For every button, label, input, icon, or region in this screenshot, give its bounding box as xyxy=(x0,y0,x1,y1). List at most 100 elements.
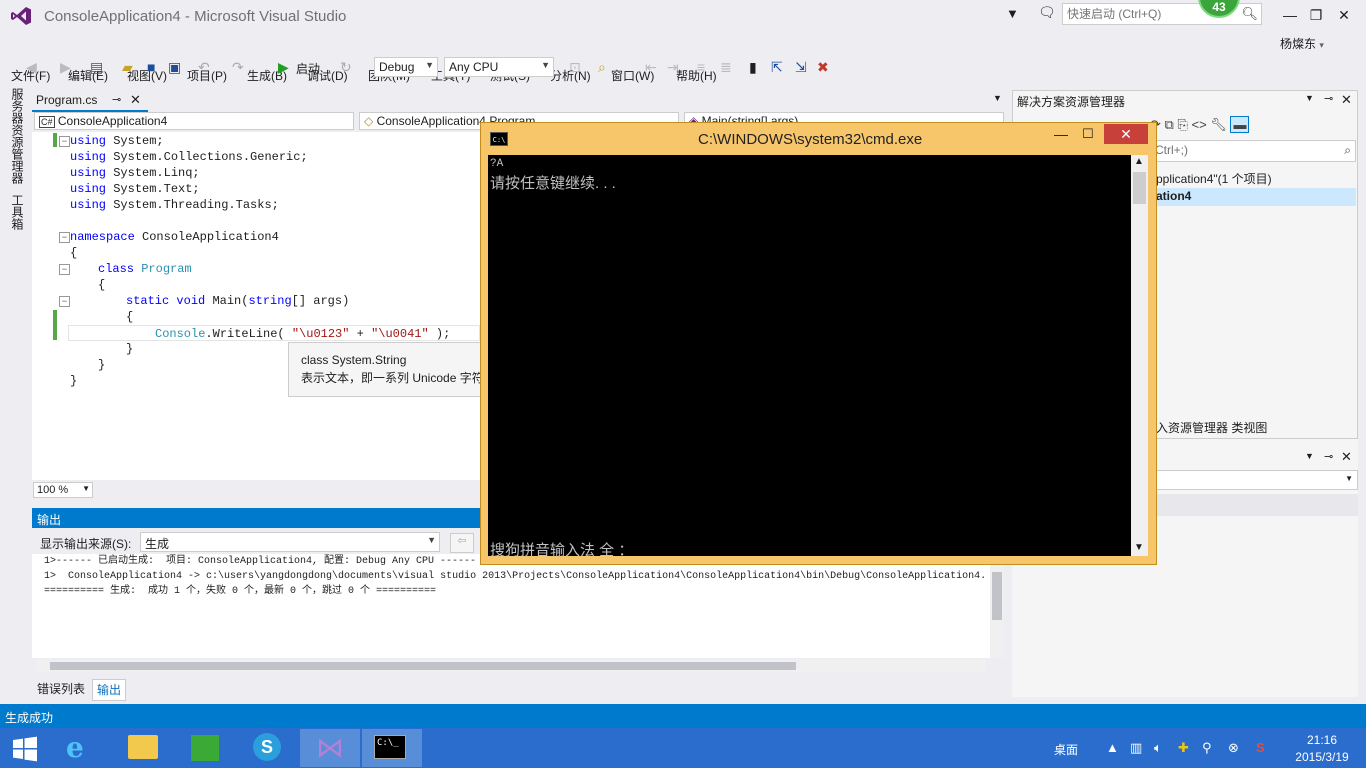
next-bookmark-icon[interactable]: ⇲ xyxy=(795,59,807,76)
cmd-vertical-scrollbar[interactable] xyxy=(1131,155,1148,556)
close-button[interactable]: ✕ xyxy=(1332,4,1356,26)
minimize-button[interactable]: — xyxy=(1278,4,1302,26)
tooltip-type: class System.String xyxy=(301,353,407,367)
status-bar xyxy=(0,704,1366,728)
solution-search-placeholder: Ctrl+;) xyxy=(1155,143,1188,157)
close-icon[interactable]: ✕ xyxy=(1341,92,1352,108)
action-center-icon[interactable]: ⊗ xyxy=(1228,740,1239,756)
cmd-minimize-button[interactable]: — xyxy=(1054,126,1068,142)
project-node[interactable]: ation4 xyxy=(1150,188,1356,206)
collapse-icon[interactable]: − xyxy=(59,232,70,243)
chevron-down-icon[interactable]: ▼ xyxy=(1305,451,1314,461)
taskbar-cmd[interactable]: C:\_ xyxy=(362,729,422,767)
indent-icon[interactable]: ⇥ xyxy=(667,59,679,76)
chevron-down-icon[interactable]: ▼ xyxy=(993,93,1002,103)
windows-start-icon[interactable] xyxy=(12,736,38,762)
find-in-files-icon[interactable]: ⌕ xyxy=(598,59,606,76)
clock-date[interactable]: 2015/3/19 xyxy=(1290,750,1354,764)
collapse-icon[interactable]: − xyxy=(59,136,70,147)
outdent-icon[interactable]: ⇤ xyxy=(645,59,657,76)
forward-icon[interactable]: ▶ xyxy=(60,59,71,76)
tab-error-list[interactable]: 错误列表 xyxy=(33,679,89,699)
start-button-label[interactable]: 启动 xyxy=(296,60,320,77)
prev-bookmark-icon[interactable]: ⇱ xyxy=(771,59,783,76)
properties-icon[interactable]: 🔧︎ xyxy=(1210,117,1227,132)
project-nav-select[interactable]: C# ConsoleApplication4 xyxy=(34,112,354,130)
code-view-icon[interactable]: <> xyxy=(1191,117,1206,132)
open-file-icon[interactable]: ▰ xyxy=(122,59,133,76)
bookmark-icon[interactable]: ▮ xyxy=(749,59,757,76)
pin-icon[interactable]: ⊸ xyxy=(112,93,121,106)
find-icon[interactable]: ⊡ xyxy=(569,59,581,76)
sogou-ime-icon[interactable]: S xyxy=(1256,740,1265,755)
close-icon[interactable]: ✕ xyxy=(1341,449,1352,465)
close-icon[interactable]: ✕ xyxy=(130,92,141,108)
network-icon[interactable]: ▥ xyxy=(1130,740,1142,756)
start-icon[interactable]: ▶ xyxy=(278,59,289,76)
cmd-taskbar-icon: C:\_ xyxy=(374,735,406,759)
scrollbar-thumb[interactable] xyxy=(50,662,796,670)
zoom-select[interactable]: 100 % ▼ xyxy=(33,482,93,498)
copy-icon[interactable]: ⎘ xyxy=(1177,117,1187,132)
save-icon[interactable]: ■ xyxy=(147,59,155,75)
solution-search-input[interactable]: Ctrl+;) ⌕ xyxy=(1150,140,1356,162)
collapse-icon[interactable]: − xyxy=(59,264,70,275)
clock-time[interactable]: 21:16 xyxy=(1290,733,1354,747)
desktop-toolbar-label[interactable]: 桌面 xyxy=(1054,741,1078,758)
scrollbar-thumb[interactable] xyxy=(992,572,1002,620)
pin-icon[interactable]: ⊸ xyxy=(1324,450,1333,463)
volume-icon[interactable]: 🔈︎ xyxy=(1154,740,1162,756)
back-icon[interactable]: ◀ xyxy=(26,59,37,76)
collapse-all-icon[interactable]: ⧉ xyxy=(1165,117,1174,132)
chevron-down-icon[interactable]: ▼ xyxy=(1305,93,1314,103)
wifi-icon[interactable]: ⚲ xyxy=(1202,740,1212,756)
user-name: 杨燦东 xyxy=(1280,37,1317,51)
pin-icon[interactable]: ⊸ xyxy=(1324,92,1333,105)
scroll-up-icon[interactable]: ▲ xyxy=(1134,156,1144,167)
collapse-icon[interactable]: − xyxy=(59,296,70,307)
refresh-icon[interactable]: ↻ xyxy=(340,59,352,76)
redo-icon[interactable]: ↷ xyxy=(232,59,244,76)
cmd-close-button[interactable]: ✕ xyxy=(1104,124,1148,144)
cmd-icon: C:\ xyxy=(490,132,508,146)
search-icon[interactable]: ⌕ xyxy=(1344,143,1351,158)
solution-node[interactable]: pplication4"(1 个项目) xyxy=(1156,170,1272,187)
solution-explorer-title: 解决方案资源管理器 xyxy=(1017,95,1126,109)
tab-class-view[interactable]: 类视图 xyxy=(1231,421,1267,435)
security-icon[interactable]: ✚ xyxy=(1178,740,1189,756)
tab-output[interactable]: 输出 xyxy=(92,679,127,701)
visual-studio-logo-icon xyxy=(11,7,31,25)
cmd-maximize-button[interactable]: ☐ xyxy=(1082,126,1094,142)
restore-button[interactable]: ❐ xyxy=(1304,4,1328,26)
new-project-icon[interactable]: ▤ xyxy=(90,59,103,76)
save-all-icon[interactable]: ▣ xyxy=(168,59,181,76)
show-hidden-icons-icon[interactable]: ▲ xyxy=(1106,740,1119,755)
output-source-select[interactable]: 生成 ▼ xyxy=(140,532,440,552)
go-to-message-icon[interactable]: ⇦ xyxy=(450,533,474,553)
tab-solution-explorer[interactable]: 入资源管理器 xyxy=(1156,421,1228,435)
taskbar-ie[interactable]: e xyxy=(52,729,112,767)
document-tab-label[interactable]: Program.cs xyxy=(36,93,97,107)
scroll-down-icon[interactable]: ▼ xyxy=(1134,542,1144,553)
feedback-icon[interactable]: 🗨 xyxy=(1038,4,1056,21)
comment-icon[interactable]: ≡ xyxy=(697,59,705,75)
code-line: using System.Threading.Tasks; xyxy=(70,198,279,212)
preview-icon[interactable]: ▬ xyxy=(1230,116,1250,133)
search-icon[interactable]: 🔍︎ xyxy=(1241,6,1258,22)
undo-icon[interactable]: ↶ xyxy=(198,59,210,76)
taskbar-explorer[interactable] xyxy=(114,729,174,767)
clear-bookmarks-icon[interactable]: ✖ xyxy=(817,59,829,76)
user-account[interactable]: 杨燦东 ▾ xyxy=(1280,35,1324,52)
scrollbar-thumb[interactable] xyxy=(1133,172,1146,204)
configuration-select[interactable]: Debug ▼ xyxy=(374,57,438,77)
taskbar-sogou[interactable]: S xyxy=(238,729,298,767)
properties-object-select[interactable]: ▼ xyxy=(1150,470,1358,490)
uncomment-icon[interactable]: ≣ xyxy=(720,59,732,76)
platform-select[interactable]: Any CPU ▼ xyxy=(444,57,554,77)
toolbox-tab[interactable]: 工具箱 xyxy=(9,194,26,230)
taskbar-store[interactable] xyxy=(176,729,236,767)
cmd-console-area[interactable] xyxy=(488,155,1131,556)
filter-icon[interactable]: ▼ xyxy=(1006,6,1019,21)
taskbar-visual-studio[interactable]: ⋈ xyxy=(300,729,360,767)
server-explorer-tab[interactable]: 服务器资源管理器 xyxy=(9,88,26,184)
